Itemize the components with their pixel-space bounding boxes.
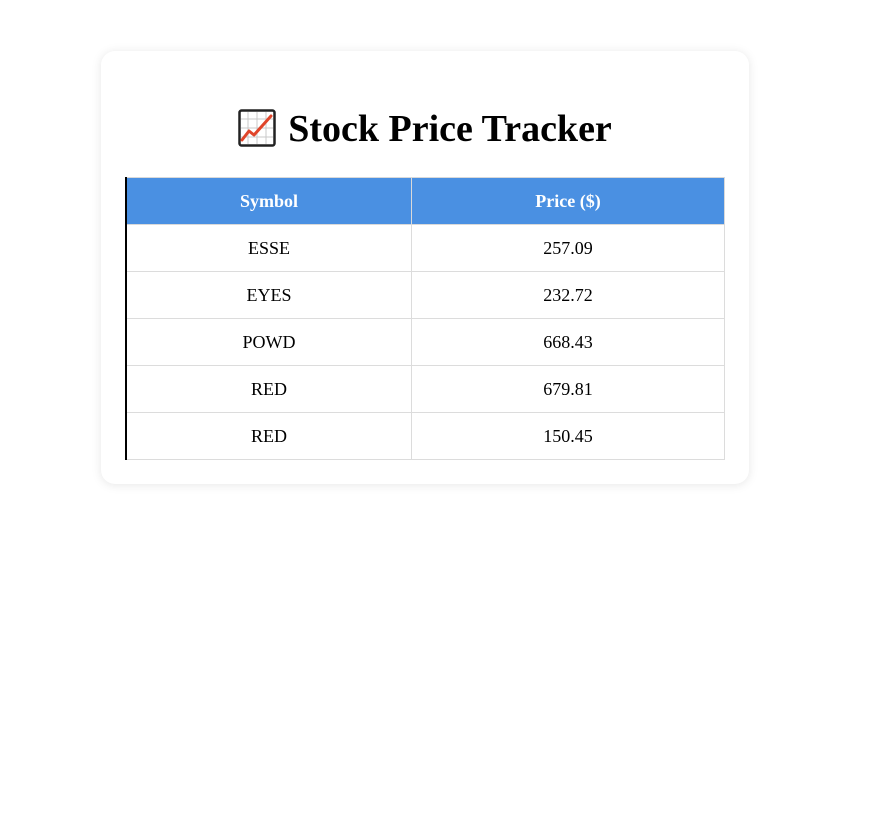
symbol-cell: POWD [125, 318, 412, 366]
symbol-cell: RED [125, 412, 412, 460]
price-cell: 668.43 [411, 318, 725, 366]
price-cell: 232.72 [411, 271, 725, 319]
table-header-row: Symbol Price ($) [125, 177, 725, 225]
table-row: EYES 232.72 [125, 271, 725, 319]
price-cell: 257.09 [411, 224, 725, 272]
symbol-cell: ESSE [125, 224, 412, 272]
column-header-symbol[interactable]: Symbol [125, 177, 412, 225]
table-row: ESSE 257.09 [125, 224, 725, 272]
table-row: RED 150.45 [125, 412, 725, 460]
table-row: POWD 668.43 [125, 318, 725, 366]
price-cell: 150.45 [411, 412, 725, 460]
chart-increasing-icon [238, 109, 276, 147]
table-row: RED 679.81 [125, 365, 725, 413]
page-title: Stock Price Tracker [101, 104, 749, 154]
stock-table: Symbol Price ($) ESSE 257.09 EYES 232.72… [125, 177, 725, 460]
symbol-cell: RED [125, 365, 412, 413]
column-header-price[interactable]: Price ($) [411, 177, 725, 225]
page-title-text: Stock Price Tracker [288, 108, 612, 150]
price-cell: 679.81 [411, 365, 725, 413]
symbol-cell: EYES [125, 271, 412, 319]
